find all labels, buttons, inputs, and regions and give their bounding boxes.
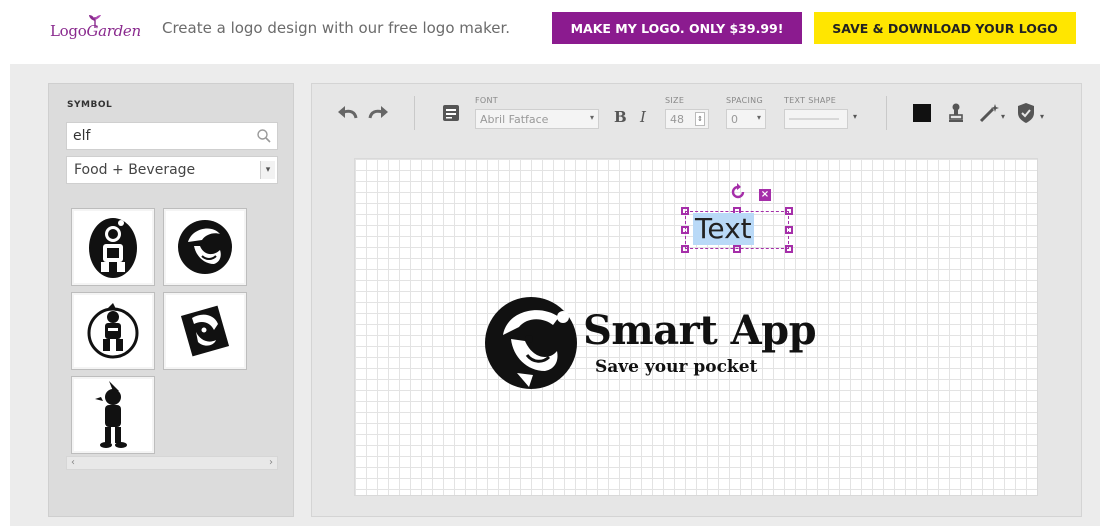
symbol-thumb-jester-face[interactable] bbox=[163, 208, 247, 286]
symbol-thumb-elf-ring[interactable] bbox=[71, 292, 155, 370]
elf-ring-icon bbox=[87, 303, 139, 359]
elf-circle-icon bbox=[89, 218, 137, 278]
selected-text-element[interactable]: Text bbox=[693, 213, 754, 245]
chevron-down-icon[interactable]: ▾ bbox=[1040, 112, 1044, 121]
symbol-scrollbar[interactable]: ‹ › bbox=[66, 456, 278, 470]
font-label: FONT bbox=[475, 96, 498, 105]
symbol-thumb-elf-card[interactable] bbox=[163, 292, 247, 370]
top-bar: LogoGarden Create a logo design with our… bbox=[0, 0, 1110, 64]
symbol-thumb-elf-circle[interactable] bbox=[71, 208, 155, 286]
chevron-down-icon[interactable]: ▾ bbox=[1001, 112, 1005, 121]
redo-icon[interactable] bbox=[368, 104, 390, 120]
tagline: Create a logo design with our free logo … bbox=[162, 19, 511, 37]
color-swatch[interactable] bbox=[913, 104, 931, 122]
chevron-down-icon: ▾ bbox=[756, 113, 761, 122]
chevron-down-icon[interactable]: ▾ bbox=[260, 161, 275, 179]
text-box-icon[interactable] bbox=[442, 104, 460, 122]
category-select[interactable]: Food + Beverage ▾ bbox=[66, 156, 278, 184]
toolbar-divider bbox=[414, 96, 415, 130]
resize-handle[interactable] bbox=[681, 226, 689, 234]
text-shape-label: TEXT SHAPE bbox=[784, 96, 837, 105]
jester-face-icon bbox=[178, 220, 232, 274]
save-download-button[interactable]: SAVE & DOWNLOAD YOUR LOGO bbox=[814, 12, 1076, 44]
spacing-label: SPACING bbox=[726, 96, 763, 105]
resize-handle[interactable] bbox=[785, 207, 793, 215]
font-select-value: Abril Fatface bbox=[480, 112, 549, 126]
editor-toolbar: FONT Abril Fatface ▾ B I SIZE 48 ⇕ SPACI… bbox=[312, 84, 1081, 144]
stepper-arrows-icon[interactable]: ⇕ bbox=[695, 112, 705, 126]
logo-canvas[interactable]: × Text Smart App Save your pocket bbox=[354, 158, 1038, 496]
resize-handle[interactable] bbox=[785, 226, 793, 234]
search-icon[interactable] bbox=[256, 128, 272, 144]
spacing-select[interactable]: 0 ▾ bbox=[726, 109, 766, 129]
category-select-value: Food + Beverage bbox=[74, 162, 196, 178]
symbol-search-input[interactable] bbox=[67, 123, 251, 149]
scroll-left-icon[interactable]: ‹ bbox=[71, 457, 75, 469]
chevron-down-icon: ▾ bbox=[589, 113, 594, 122]
magic-wand-icon[interactable] bbox=[978, 102, 1000, 124]
elf-card-icon bbox=[180, 305, 230, 357]
shield-icon[interactable] bbox=[1016, 102, 1036, 124]
rotate-icon[interactable] bbox=[729, 183, 747, 201]
elf-silhouette-icon bbox=[95, 381, 127, 448]
text-shape-select[interactable] bbox=[784, 109, 848, 129]
size-stepper[interactable]: 48 ⇕ bbox=[665, 109, 709, 129]
italic-button[interactable]: I bbox=[640, 108, 646, 126]
symbol-panel-title: SYMBOL bbox=[67, 100, 113, 110]
chevron-down-icon[interactable]: ▾ bbox=[853, 112, 857, 121]
jester-logo-icon[interactable] bbox=[483, 295, 579, 391]
bold-button[interactable]: B bbox=[614, 108, 627, 126]
undo-icon[interactable] bbox=[336, 104, 358, 120]
scroll-right-icon[interactable]: › bbox=[269, 457, 273, 469]
logo-garden-logo[interactable]: LogoGarden bbox=[50, 14, 141, 46]
close-icon[interactable]: × bbox=[759, 189, 771, 201]
size-value: 48 bbox=[670, 112, 684, 126]
logo-title-text[interactable]: Smart App bbox=[583, 307, 817, 354]
straight-line-icon bbox=[789, 118, 839, 120]
logo-wordmark: LogoGarden bbox=[50, 22, 141, 40]
symbol-search bbox=[66, 122, 278, 150]
font-select[interactable]: Abril Fatface ▾ bbox=[475, 109, 599, 129]
logo-subtitle-text[interactable]: Save your pocket bbox=[595, 357, 757, 377]
resize-handle[interactable] bbox=[681, 245, 689, 253]
size-label: SIZE bbox=[665, 96, 685, 105]
resize-handle[interactable] bbox=[733, 245, 741, 253]
spacing-value: 0 bbox=[731, 112, 738, 126]
editor-panel: FONT Abril Fatface ▾ B I SIZE 48 ⇕ SPACI… bbox=[311, 83, 1082, 517]
resize-handle[interactable] bbox=[785, 245, 793, 253]
symbol-thumb-elf-silhouette[interactable] bbox=[71, 376, 155, 454]
toolbar-divider bbox=[886, 96, 887, 130]
stamp-icon[interactable] bbox=[948, 103, 964, 123]
make-my-logo-button[interactable]: MAKE MY LOGO. ONLY $39.99! bbox=[552, 12, 802, 44]
resize-handle[interactable] bbox=[681, 207, 689, 215]
symbol-panel: SYMBOL Food + Beverage ▾ bbox=[48, 83, 294, 517]
